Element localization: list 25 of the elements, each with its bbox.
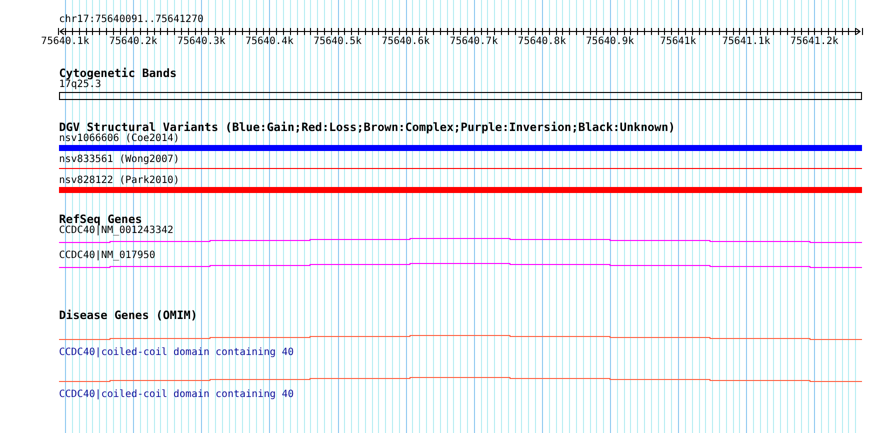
- ruler-tick-label: 75640.7k: [450, 36, 498, 47]
- ruler-tick-label: 75640.1k: [41, 36, 90, 47]
- ruler-tick-label: 75640.3k: [177, 36, 226, 47]
- track-title: Disease Genes (OMIM): [59, 309, 198, 321]
- ruler-tick-label: 75641k: [660, 36, 696, 47]
- band-label: 17q25.3: [59, 79, 102, 91]
- variant-label: nsv828122 (Park2010): [59, 175, 180, 187]
- ruler-tick-label: 75640.9k: [586, 36, 634, 47]
- ruler-tick-label: 75640.2k: [109, 36, 158, 47]
- ruler-tick-label: 75640.5k: [313, 36, 362, 47]
- disease-gene-label: CCDC40|coiled-coil domain containing 40: [59, 389, 294, 401]
- ruler-tick-label: 75640.8k: [518, 36, 566, 47]
- gene-label: CCDC40|NM_017950: [59, 250, 156, 262]
- variant-label: nsv1066606 (Coe2014): [59, 133, 180, 145]
- track-title: Cytogenetic Bands: [59, 67, 177, 79]
- track-title: RefSeq Genes: [59, 213, 142, 225]
- gene-label: CCDC40|NM_001243342: [59, 225, 174, 237]
- ruler-tick-label: 75640.4k: [245, 36, 294, 47]
- ruler-tick-label: 75641.2k: [790, 36, 838, 47]
- location-label: chr17:75640091..75641270: [59, 14, 204, 26]
- track-title: DGV Structural Variants (Blue:Gain;Red:Loss;Brown:Complex;Purple:Inversion;Black:Unknown): [59, 121, 676, 133]
- variant-label: nsv833561 (Wong2007): [59, 154, 180, 166]
- ruler-tick-label: 75641.1k: [722, 36, 770, 47]
- disease-gene-label: CCDC40|coiled-coil domain containing 40: [59, 347, 294, 359]
- ruler-tick-label: 75640.6k: [382, 36, 430, 47]
